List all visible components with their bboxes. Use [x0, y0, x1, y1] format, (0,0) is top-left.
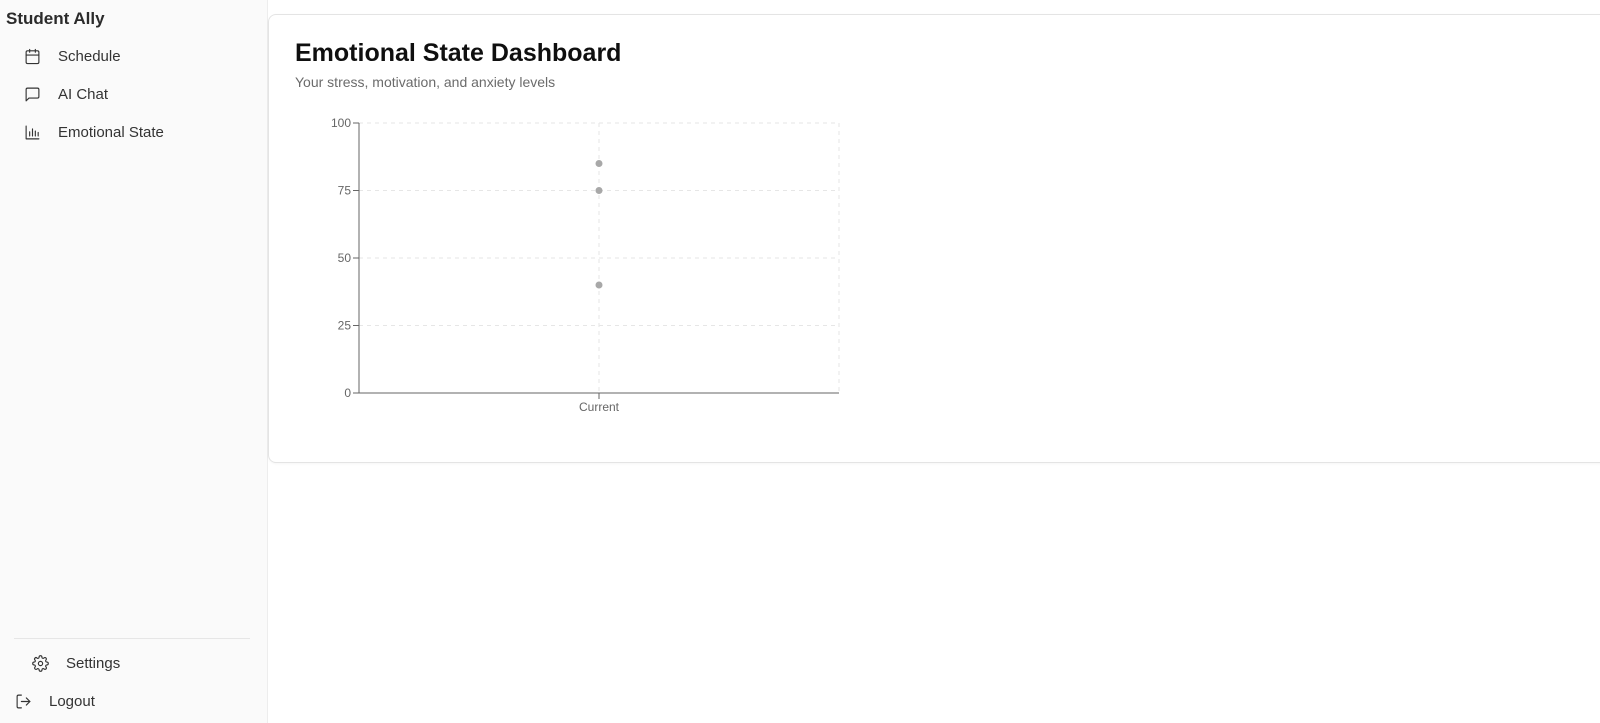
sidebar-item-label: Schedule: [58, 47, 121, 65]
y-tick-label: 75: [338, 184, 352, 198]
data-point: [595, 281, 603, 289]
sidebar-item-ai-chat[interactable]: AI Chat: [20, 79, 250, 109]
data-point: [595, 160, 603, 167]
page-subtitle: Your stress, motivation, and anxiety lev…: [295, 74, 556, 90]
sidebar-item-schedule[interactable]: Schedule: [20, 41, 250, 71]
emotional-state-card: Emotional State Dashboard Your stress, m…: [268, 14, 1600, 463]
sidebar-item-label: AI Chat: [58, 85, 109, 103]
app-brand: Student Ally: [6, 9, 105, 28]
bar-chart-icon: [23, 123, 41, 141]
y-tick-label: 50: [338, 251, 352, 265]
logout-button[interactable]: Logout: [11, 686, 241, 716]
sidebar-item-emotional-state[interactable]: Emotional State: [20, 117, 250, 147]
chart-svg: 0 25 50 75 100 Current: [331, 116, 840, 414]
x-tick-label: Current: [579, 400, 620, 414]
y-tick-label: 100: [331, 116, 351, 130]
page-title: Emotional State Dashboard: [295, 39, 622, 67]
message-square-icon: [23, 85, 41, 103]
emotional-state-chart: 0 25 50 75 100 Current: [289, 115, 849, 435]
y-tick-label: 25: [338, 319, 352, 333]
data-point: [595, 187, 603, 194]
sidebar: Student Ally Schedule AI Chat Emotional …: [0, 0, 268, 723]
sidebar-item-label: Settings: [66, 654, 121, 672]
sidebar-item-label: Logout: [49, 692, 95, 710]
logout-icon: [14, 692, 32, 710]
sidebar-divider: [14, 638, 250, 639]
sidebar-item-settings[interactable]: Settings: [28, 648, 258, 678]
y-tick-label: 0: [344, 386, 351, 400]
calendar-icon: [23, 47, 41, 65]
sidebar-item-label: Emotional State: [58, 123, 164, 141]
gear-icon: [31, 654, 49, 672]
